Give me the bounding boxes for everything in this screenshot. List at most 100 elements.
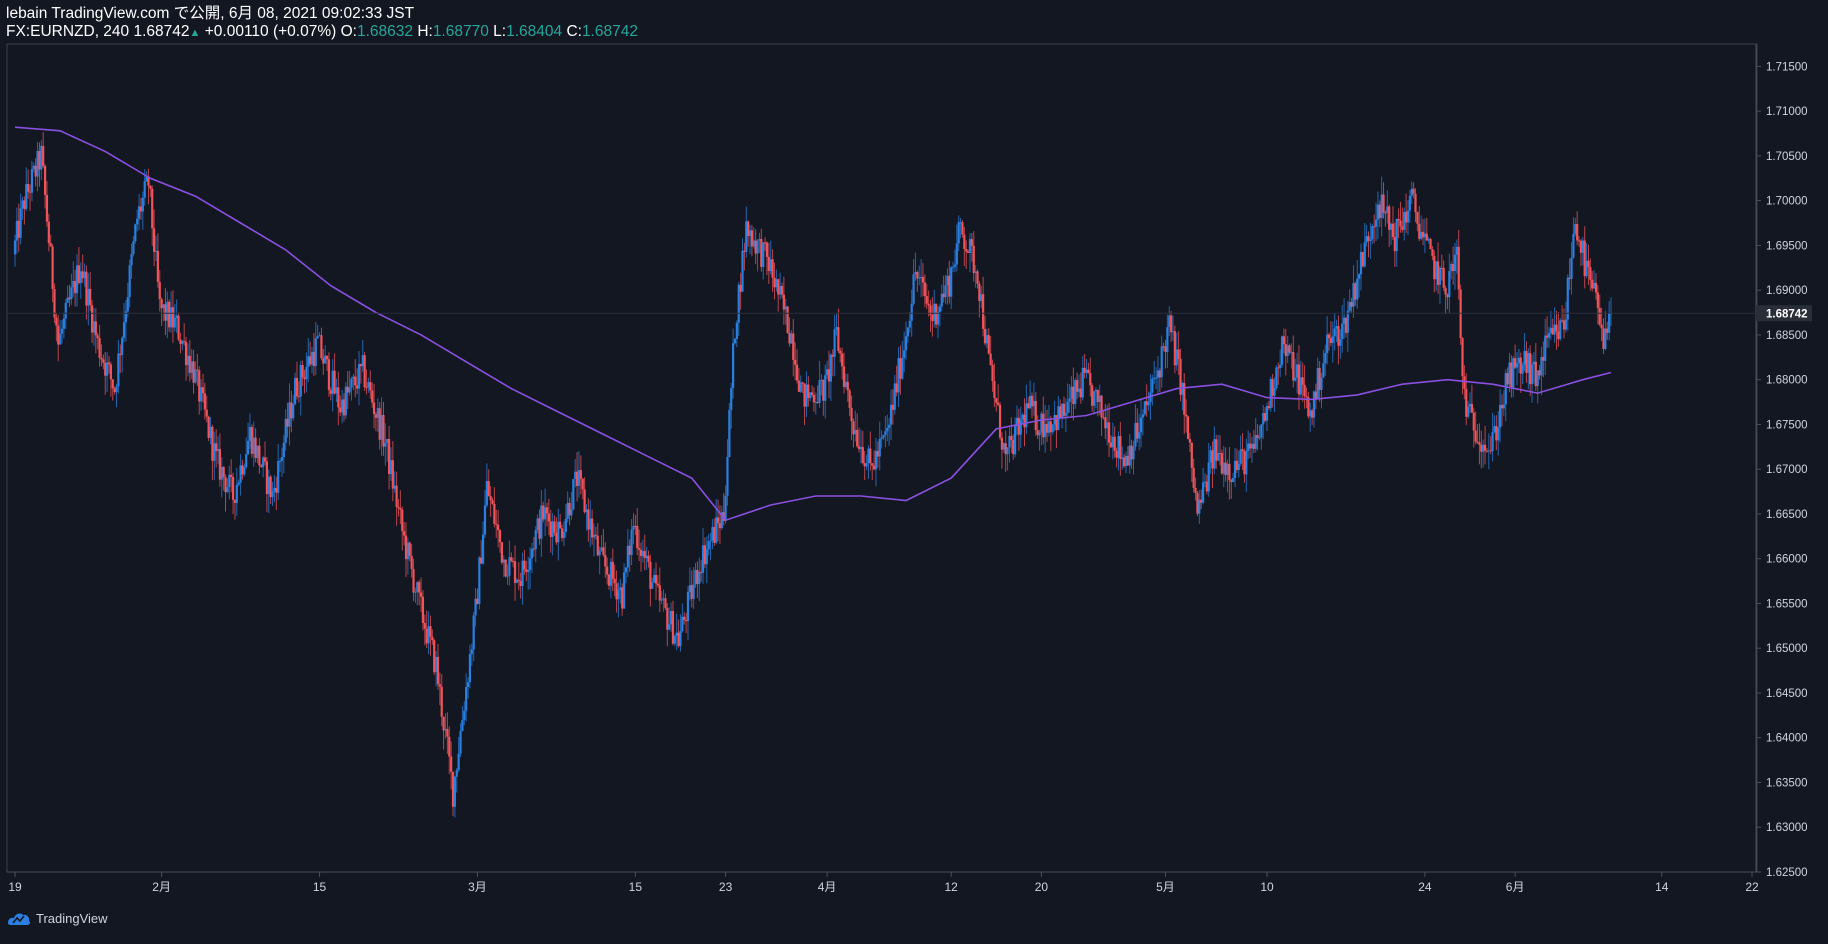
price-chart[interactable]: 1.71500 1.71000 1.70500 1.70000 1.69500 1.690…: [0, 0, 1828, 939]
candle-body: [1267, 406, 1270, 409]
candle-body: [367, 382, 370, 388]
candle-body: [1485, 450, 1489, 452]
time-axis[interactable]: 19 2月 15 3月 15 23 4月 12 20 5月 10 24 6月 14 22: [8, 872, 1759, 894]
candle-body: [1062, 403, 1066, 416]
x-tick-label: 19: [8, 880, 22, 894]
candle-body: [408, 542, 411, 556]
candle-body: [1389, 223, 1393, 230]
candle-body: [1121, 457, 1124, 460]
candle-body: [290, 402, 293, 419]
candle-body: [1091, 385, 1094, 406]
candle-body: [1468, 403, 1472, 407]
candle-body: [1581, 240, 1584, 253]
candle-body: [818, 380, 821, 403]
candle-body: [1247, 443, 1250, 451]
candle-body: [861, 447, 864, 464]
candle-body: [613, 578, 616, 584]
candle-body: [527, 569, 530, 573]
candle-body: [1113, 436, 1116, 451]
candle-body: [130, 253, 133, 266]
candle-body: [1027, 403, 1030, 409]
candle-body: [1023, 414, 1026, 428]
candle-body: [602, 547, 605, 555]
candle-body: [434, 656, 438, 673]
candle-body: [1602, 328, 1605, 349]
candle-body: [175, 315, 178, 318]
candle-body: [1406, 210, 1410, 223]
candle-body: [1162, 346, 1165, 348]
candle-body: [694, 569, 697, 585]
candle-body: [1077, 388, 1081, 392]
candle-body: [107, 362, 111, 365]
candle-body: [1363, 242, 1366, 267]
y-tick-label: 1.65000: [1766, 643, 1808, 655]
candle-body: [309, 356, 312, 365]
candle-body: [1250, 443, 1254, 449]
candle-body: [1006, 447, 1009, 455]
candle-body: [1213, 439, 1216, 469]
candle-body: [857, 446, 861, 450]
candle-body: [90, 305, 94, 333]
candle-body: [1367, 236, 1370, 241]
candle-body: [248, 426, 252, 441]
candle-body: [1294, 377, 1297, 381]
chart-area[interactable]: 1.71500 1.71000 1.70500 1.70000 1.69500 1.690…: [0, 0, 1828, 939]
candle-body: [856, 429, 859, 447]
tradingview-logo[interactable]: TradingView: [6, 910, 108, 926]
candle-body: [662, 598, 665, 600]
candle-body: [523, 560, 526, 570]
candle-body: [998, 404, 1002, 438]
candle-body: [927, 303, 930, 306]
candle-body: [1119, 436, 1122, 460]
candle-body: [339, 407, 342, 413]
candle-body: [141, 197, 144, 212]
candle-body: [1117, 436, 1120, 458]
candle-body: [807, 384, 810, 399]
candle-body: [1348, 302, 1351, 311]
candle-body: [85, 271, 88, 306]
candle-body: [557, 521, 560, 543]
candle-body: [1423, 233, 1427, 238]
price-axis[interactable]: 1.71500 1.71000 1.70500 1.70000 1.69500 1.690…: [1756, 61, 1808, 879]
candle-body: [1600, 324, 1603, 329]
candle-body: [55, 317, 58, 326]
y-tick-label: 1.64000: [1766, 733, 1808, 745]
candle-body: [271, 491, 274, 498]
candle-body: [566, 502, 569, 519]
candle-body: [487, 481, 490, 497]
candle-body: [912, 274, 915, 304]
candle-body: [1059, 406, 1062, 419]
candle-body: [1089, 373, 1092, 386]
x-tick-label: 10: [1260, 880, 1274, 894]
candle-body: [474, 598, 477, 616]
candle-body: [809, 392, 812, 399]
candle-body: [965, 249, 968, 252]
candle-body: [1467, 406, 1470, 417]
candle-body: [500, 542, 503, 563]
candle-body: [545, 507, 549, 514]
candle-body: [115, 386, 118, 393]
candle-body: [207, 416, 210, 438]
x-tick-label: 4月: [818, 880, 837, 894]
candle-body: [528, 558, 532, 570]
candle-body: [1158, 370, 1161, 378]
candle-body: [480, 557, 483, 564]
candle-body: [1134, 422, 1137, 447]
candle-body: [1493, 426, 1496, 432]
candle-body: [1166, 327, 1169, 353]
candle-body: [1498, 405, 1502, 428]
candle-body: [732, 343, 735, 388]
candle-body: [884, 431, 887, 436]
candle-body: [1327, 334, 1331, 339]
candle-body: [235, 484, 238, 503]
candle-body: [1453, 254, 1457, 272]
candle-body: [1393, 236, 1396, 252]
candle-body: [1314, 391, 1317, 399]
candle-body: [136, 218, 139, 225]
candle-body: [634, 525, 637, 527]
candle-body: [137, 206, 141, 219]
candle-body: [213, 443, 216, 461]
candle-body: [1044, 423, 1047, 438]
candle-body: [679, 631, 682, 646]
candle-body: [100, 357, 103, 360]
